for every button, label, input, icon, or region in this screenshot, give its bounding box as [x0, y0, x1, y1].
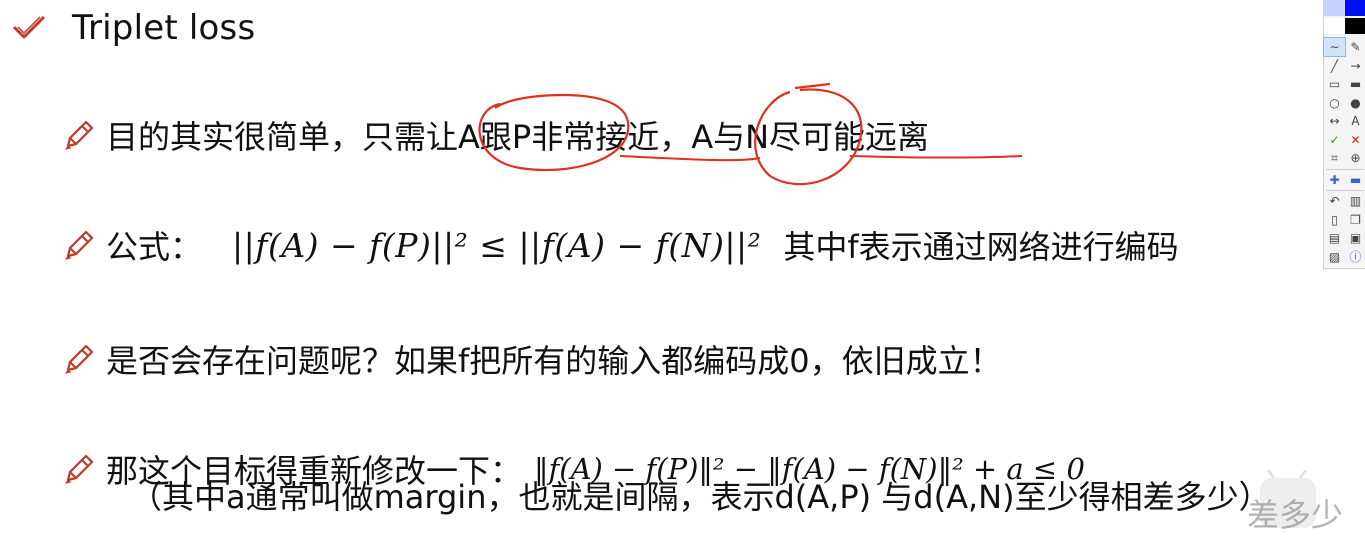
copy-icon[interactable]: ❐ [1345, 211, 1365, 229]
undo-icon[interactable]: ↶ [1324, 192, 1345, 210]
bullet-formula-prefix: 公式： [106, 228, 203, 266]
arrow-icon[interactable]: → [1345, 57, 1365, 75]
delete-icon[interactable]: ▥ [1345, 192, 1365, 210]
filled-ellipse-icon[interactable]: ● [1345, 94, 1365, 112]
color-black-swatch[interactable] [1345, 18, 1365, 34]
image-icon[interactable]: ▨ [1324, 248, 1345, 266]
color-white-swatch[interactable] [1324, 18, 1345, 34]
watermark-text: 差多少 [1247, 496, 1344, 534]
info-icon[interactable]: ⓘ [1345, 248, 1365, 266]
bullet-goal-text: 目的其实很简单，只需让A跟P非常接近，A与N尽可能远离 [106, 118, 930, 156]
color-light-blue-swatch[interactable] [1324, 0, 1345, 16]
save-icon[interactable]: ▣ [1345, 229, 1365, 247]
checkmark-icon [12, 15, 46, 39]
remove-icon[interactable]: ▬ [1345, 171, 1365, 189]
filled-rectangle-icon[interactable]: ▬ [1345, 75, 1365, 93]
pencil-icon [64, 454, 94, 484]
pencil-icon [64, 120, 94, 150]
text-icon[interactable]: A [1345, 112, 1365, 130]
rectangle-icon[interactable]: ▭ [1324, 75, 1345, 93]
eraser-icon[interactable]: ✎ [1345, 38, 1365, 56]
add-icon[interactable]: ✚ [1324, 171, 1345, 189]
bullet-goal: 目的其实很简单，只需让A跟P非常接近，A与N尽可能远离 [60, 112, 929, 158]
crop-icon[interactable]: ⌗ [1324, 149, 1345, 167]
new-page-icon[interactable]: ▯ [1324, 211, 1345, 229]
pencil-icon [64, 344, 94, 374]
slide-title-row: Triplet loss [8, 4, 255, 52]
bullet-formula: 公式： ||f(A) − f(P)||² ≤ ||f(A) − f(N)||² … [60, 222, 1179, 268]
color-blue-swatch[interactable] [1345, 0, 1365, 16]
freehand-pen-icon[interactable]: ∼ [1323, 37, 1346, 58]
pencil-icon [64, 230, 94, 260]
slide-title: Triplet loss [72, 8, 256, 48]
slide: Triplet loss 目的其实很简单，只需让A跟P非常接近，A与N尽可能远离… [0, 0, 1320, 550]
bullet-problem-text: 是否会存在问题呢？如果f把所有的输入都编码成0，依旧成立！ [106, 342, 1002, 380]
ellipse-icon[interactable]: ○ [1324, 94, 1345, 112]
cancel-icon[interactable]: ✕ [1345, 131, 1365, 149]
triplet-inequality-formula: ||f(A) − f(P)||² ≤ ||f(A) − f(N)||² [232, 225, 762, 265]
print-icon[interactable]: ▤ [1324, 229, 1345, 247]
bullet-formula-suffix: 其中f表示通过网络进行编码 [783, 228, 1179, 266]
zoom-icon[interactable]: ⊕ [1345, 149, 1365, 167]
double-arrow-icon[interactable]: ↔ [1324, 112, 1345, 130]
line-icon[interactable]: ╱ [1324, 57, 1345, 75]
margin-explanation: （其中a通常叫做margin，也就是间隔，表示d(A,P) 与d(A,N)至少得… [130, 478, 1271, 516]
bullet-problem: 是否会存在问题呢？如果f把所有的输入都编码成0，依旧成立！ [60, 336, 1002, 382]
confirm-icon[interactable]: ✓ [1324, 131, 1345, 149]
annotation-toolbar: ∼ ✎ ╱ → ▭ ▬ ○ ● ↔ A ✓ ✕ ⌗ ⊕ ✚ ▬ ↶ ▥ ▯ ❐ … [1323, 0, 1365, 269]
